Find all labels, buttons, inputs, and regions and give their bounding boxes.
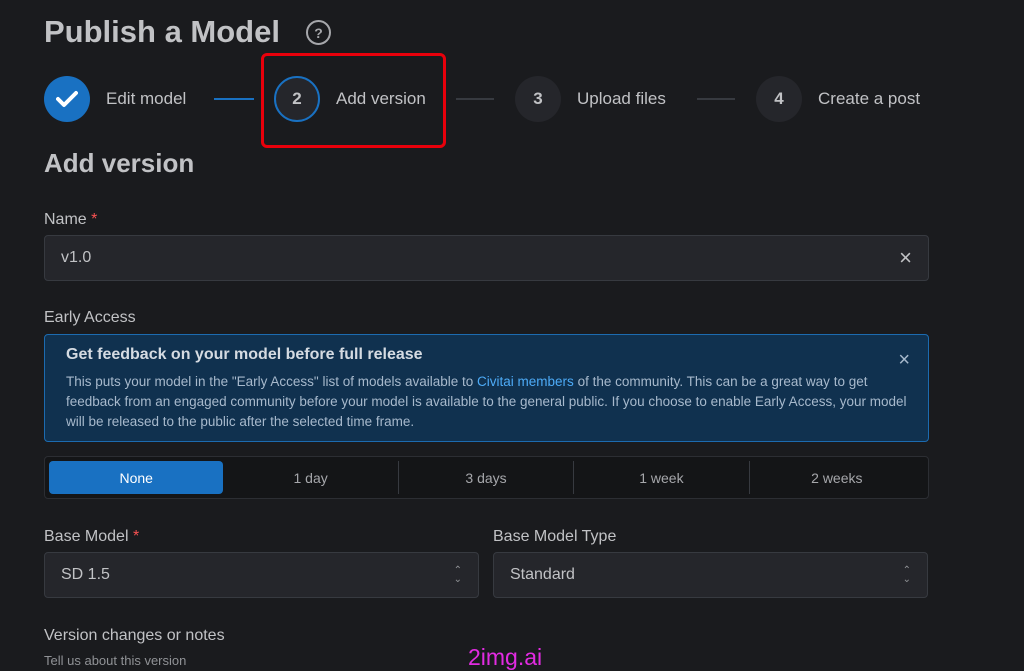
chevron-up-down-icon: ⌃ ⌄ <box>902 565 911 585</box>
step-1-label[interactable]: Edit model <box>106 89 186 109</box>
clear-icon[interactable]: × <box>899 245 912 271</box>
base-model-type-value: Standard <box>510 566 575 583</box>
close-icon[interactable]: × <box>898 349 910 372</box>
step-3-label[interactable]: Upload files <box>577 89 666 109</box>
option-3-days[interactable]: 3 days <box>397 461 573 494</box>
early-access-segmented-control: None 1 day 3 days 1 week 2 weeks <box>44 456 929 499</box>
name-value: v1.0 <box>61 249 92 266</box>
step-1-completed-icon[interactable] <box>44 76 90 122</box>
step-connector <box>456 98 494 100</box>
chevron-up-down-icon: ⌃ ⌄ <box>453 565 462 585</box>
question-circle-icon[interactable]: ? <box>306 20 331 45</box>
notes-label: Version changes or notes <box>44 627 225 644</box>
option-2-weeks[interactable]: 2 weeks <box>748 461 924 494</box>
alert-title: Get feedback on your model before full r… <box>66 346 423 363</box>
base-model-type-select[interactable]: Standard ⌃ ⌄ <box>493 552 928 598</box>
alert-text: This puts your model in the "Early Acces… <box>66 374 907 429</box>
base-model-type-label: Base Model Type <box>493 528 617 545</box>
highlight-box <box>261 53 446 148</box>
early-access-alert: Get feedback on your model before full r… <box>44 334 929 442</box>
step-3-circle[interactable]: 3 <box>515 76 561 122</box>
step-connector <box>214 98 254 100</box>
section-title: Add version <box>44 148 195 178</box>
watermark: 2img.ai <box>468 644 543 670</box>
option-1-day[interactable]: 1 day <box>223 461 397 494</box>
base-model-value: SD 1.5 <box>61 566 110 583</box>
notes-description: Tell us about this version <box>44 653 187 668</box>
option-none[interactable]: None <box>49 461 224 494</box>
civitai-members-link[interactable]: Civitai members <box>477 374 574 389</box>
step-4-label[interactable]: Create a post <box>818 89 920 109</box>
step-4-circle[interactable]: 4 <box>756 76 802 122</box>
base-model-select[interactable]: SD 1.5 ⌃ ⌄ <box>44 552 479 598</box>
base-model-label: Base Model * <box>44 528 140 545</box>
early-access-label: Early Access <box>44 309 136 326</box>
option-1-week[interactable]: 1 week <box>573 461 748 494</box>
page-title: Publish a Model <box>44 14 280 49</box>
step-connector <box>697 98 735 100</box>
name-label: Name * <box>44 211 98 228</box>
name-input[interactable]: v1.0 × <box>44 235 929 281</box>
